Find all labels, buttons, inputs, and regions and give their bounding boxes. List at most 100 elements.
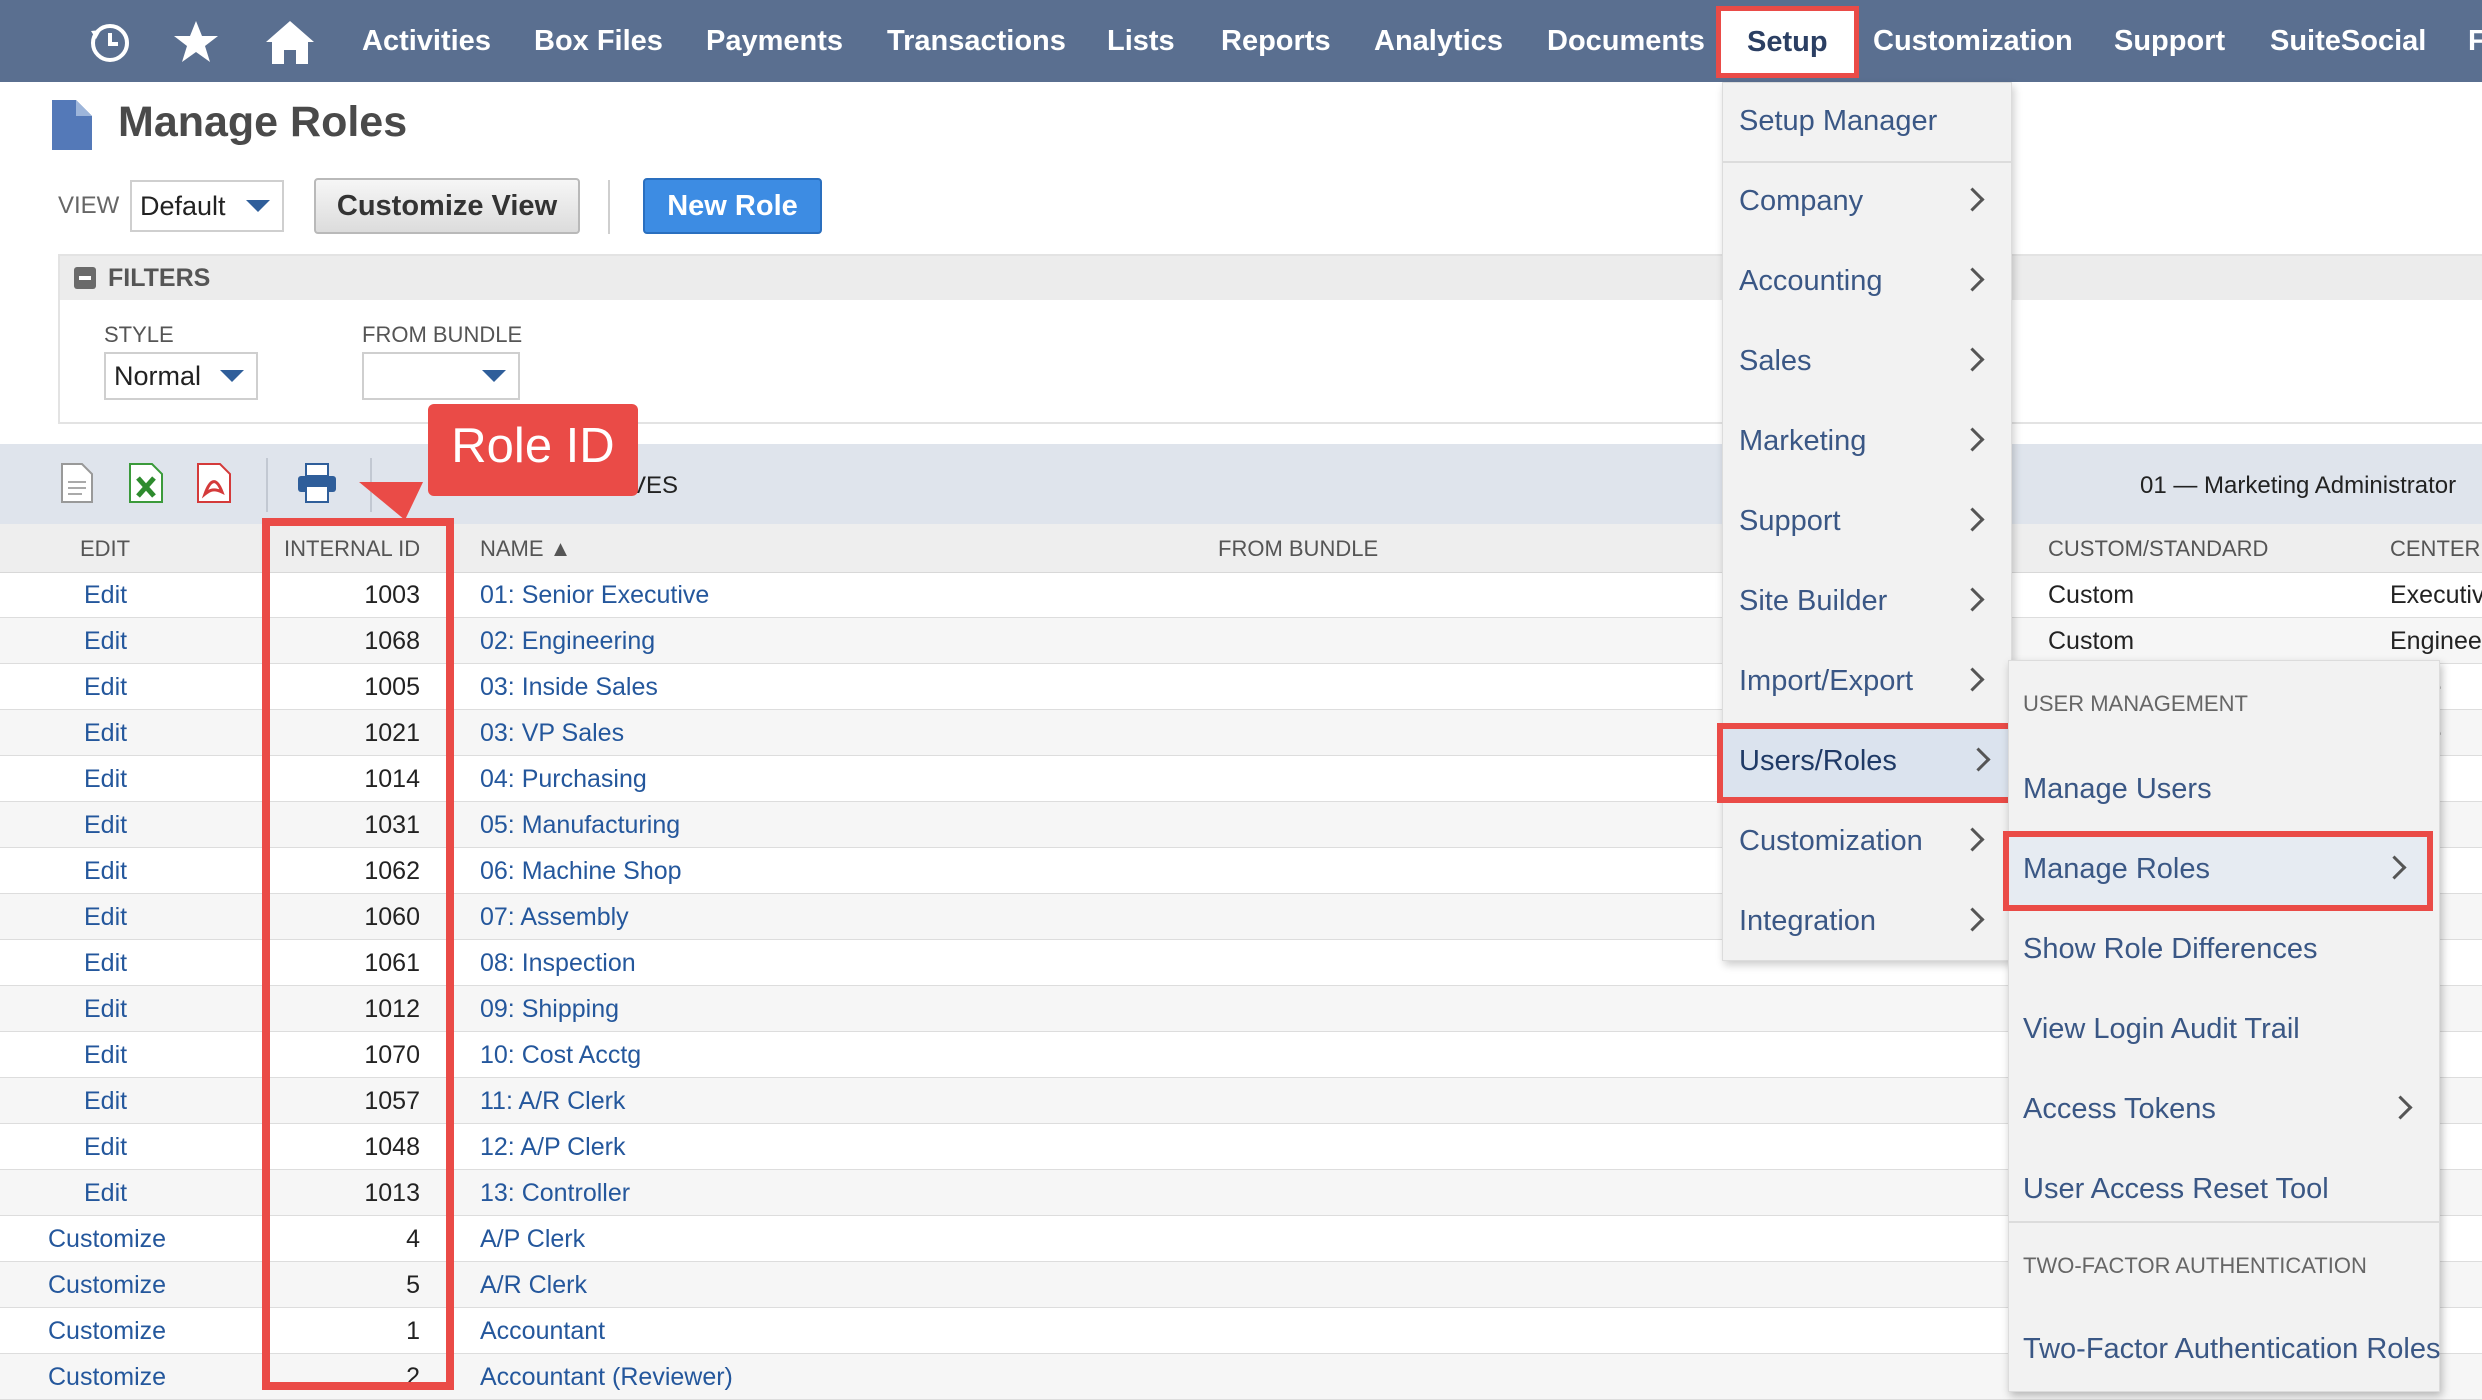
- row-edit-link[interactable]: Customize: [48, 1271, 166, 1300]
- chevron-down-icon: [482, 370, 506, 382]
- collapse-icon[interactable]: [74, 267, 96, 289]
- row-edit-link[interactable]: Edit: [84, 811, 127, 840]
- row-role-name[interactable]: Accountant (Reviewer): [480, 1363, 733, 1392]
- setup-menu-item-marketing[interactable]: Marketing: [1723, 403, 2011, 483]
- home-icon[interactable]: [262, 14, 318, 70]
- filters-header[interactable]: FILTERS: [60, 256, 2482, 300]
- export-excel-icon[interactable]: [128, 462, 164, 509]
- setup-menu-item-users-roles[interactable]: Users/Roles: [1717, 723, 2017, 803]
- row-edit-link[interactable]: Edit: [84, 857, 127, 886]
- nav-box-files[interactable]: Box Files: [534, 0, 663, 82]
- users-roles-item-manage-users[interactable]: Manage Users: [2009, 751, 2439, 831]
- chevron-down-icon: [220, 370, 244, 382]
- recent-history-icon[interactable]: [82, 14, 138, 70]
- role-id-callout: Role ID: [428, 404, 638, 496]
- divider: [608, 180, 610, 234]
- row-edit-link[interactable]: Edit: [84, 903, 127, 932]
- row-edit-link[interactable]: Edit: [84, 1087, 127, 1116]
- row-edit-link[interactable]: Edit: [84, 765, 127, 794]
- users-roles-item-manage-roles[interactable]: Manage Roles: [2003, 831, 2433, 911]
- chevron-right-icon: [1960, 267, 1985, 292]
- from-bundle-select[interactable]: [362, 352, 520, 400]
- row-role-name[interactable]: 03: VP Sales: [480, 719, 624, 748]
- row-edit-link[interactable]: Edit: [84, 995, 127, 1024]
- users-roles-item-label: Manage Users: [2023, 773, 2212, 805]
- export-document-icon[interactable]: [60, 462, 94, 509]
- row-role-name[interactable]: 01: Senior Executive: [480, 581, 709, 610]
- export-pdf-icon[interactable]: [196, 462, 232, 509]
- chevron-right-icon: [1960, 827, 1985, 852]
- nav-setup[interactable]: Setup: [1716, 6, 1859, 78]
- setup-menu-item-customization[interactable]: Customization: [1723, 803, 2011, 883]
- chevron-right-icon: [1960, 427, 1985, 452]
- row-role-name[interactable]: 08: Inspection: [480, 949, 636, 978]
- setup-menu-item-company[interactable]: Company: [1723, 163, 2011, 243]
- users-roles-item-view-login-audit-trail[interactable]: View Login Audit Trail: [2009, 991, 2439, 1071]
- nav-support[interactable]: Support: [2114, 0, 2225, 82]
- nav-documents[interactable]: Documents: [1547, 0, 1705, 82]
- setup-menu-item-site-builder[interactable]: Site Builder: [1723, 563, 2011, 643]
- row-custom-standard: Custom: [2048, 627, 2135, 655]
- nav-activities[interactable]: Activities: [362, 0, 491, 82]
- setup-menu-item-integration[interactable]: Integration: [1723, 883, 2011, 963]
- customize-view-button[interactable]: Customize View: [314, 178, 580, 234]
- setup-menu-item-label: Company: [1739, 185, 1864, 217]
- row-role-name[interactable]: Accountant: [480, 1317, 605, 1346]
- row-role-name[interactable]: A/P Clerk: [480, 1225, 585, 1254]
- row-role-name[interactable]: 07: Assembly: [480, 903, 629, 932]
- row-role-name[interactable]: 03: Inside Sales: [480, 673, 658, 702]
- from-bundle-label: FROM BUNDLE: [362, 322, 523, 347]
- row-edit-link[interactable]: Edit: [84, 949, 127, 978]
- row-role-name[interactable]: 09: Shipping: [480, 995, 619, 1024]
- row-role-name[interactable]: 12: A/P Clerk: [480, 1133, 625, 1162]
- row-edit-link[interactable]: Customize: [48, 1363, 166, 1392]
- style-select[interactable]: Normal: [104, 352, 258, 400]
- print-icon[interactable]: [296, 462, 338, 509]
- row-role-name[interactable]: A/R Clerk: [480, 1271, 587, 1300]
- users-roles-item-access-tokens[interactable]: Access Tokens: [2009, 1071, 2439, 1151]
- row-center: Executiv: [2390, 581, 2482, 609]
- column-header-name[interactable]: NAME ▲: [480, 536, 571, 562]
- users-roles-item-user-access-reset-tool[interactable]: User Access Reset Tool: [2009, 1151, 2439, 1231]
- style-select-value: Normal: [114, 360, 202, 391]
- row-edit-link[interactable]: Edit: [84, 627, 127, 656]
- row-edit-link[interactable]: Customize: [48, 1317, 166, 1346]
- setup-menu-item-label: Accounting: [1739, 265, 1883, 297]
- row-role-name[interactable]: 02: Engineering: [480, 627, 655, 656]
- column-header-from-bundle[interactable]: FROM BUNDLE: [1218, 536, 1378, 562]
- new-role-button[interactable]: New Role: [643, 178, 822, 234]
- setup-menu-item-setup-manager[interactable]: Setup Manager: [1723, 83, 2011, 163]
- nav-transactions[interactable]: Transactions: [887, 0, 1066, 82]
- row-edit-link[interactable]: Edit: [84, 1133, 127, 1162]
- column-header-custom-standard[interactable]: CUSTOM/STANDARD: [2048, 536, 2268, 562]
- nav-truncated-item[interactable]: F: [2468, 0, 2482, 82]
- row-role-name[interactable]: 10: Cost Acctg: [480, 1041, 641, 1070]
- column-header-center[interactable]: CENTER: [2390, 536, 2480, 562]
- users-roles-item-two-factor-authentication-roles[interactable]: Two-Factor Authentication Roles: [2009, 1311, 2440, 1391]
- view-role-selector[interactable]: 01 — Marketing Administrator: [2140, 472, 2456, 500]
- setup-menu-item-accounting[interactable]: Accounting: [1723, 243, 2011, 323]
- row-edit-link[interactable]: Edit: [84, 1041, 127, 1070]
- nav-analytics[interactable]: Analytics: [1374, 0, 1503, 82]
- row-edit-link[interactable]: Edit: [84, 1179, 127, 1208]
- row-edit-link[interactable]: Edit: [84, 673, 127, 702]
- row-role-name[interactable]: 06: Machine Shop: [480, 857, 682, 886]
- setup-menu-item-support[interactable]: Support: [1723, 483, 2011, 563]
- row-edit-link[interactable]: Edit: [84, 581, 127, 610]
- star-icon[interactable]: [168, 14, 224, 70]
- nav-lists[interactable]: Lists: [1107, 0, 1175, 82]
- row-role-name[interactable]: 05: Manufacturing: [480, 811, 680, 840]
- setup-menu-item-sales[interactable]: Sales: [1723, 323, 2011, 403]
- view-select[interactable]: Default: [130, 180, 284, 232]
- nav-payments[interactable]: Payments: [706, 0, 843, 82]
- users-roles-item-show-role-differences[interactable]: Show Role Differences: [2009, 911, 2439, 991]
- row-role-name[interactable]: 04: Purchasing: [480, 765, 647, 794]
- row-edit-link[interactable]: Customize: [48, 1225, 166, 1254]
- row-role-name[interactable]: 11: A/R Clerk: [480, 1087, 625, 1116]
- row-role-name[interactable]: 13: Controller: [480, 1179, 630, 1208]
- nav-reports[interactable]: Reports: [1221, 0, 1331, 82]
- row-edit-link[interactable]: Edit: [84, 719, 127, 748]
- setup-menu-item-import-export[interactable]: Import/Export: [1723, 643, 2011, 723]
- nav-customization[interactable]: Customization: [1873, 0, 2073, 82]
- nav-suitesocial[interactable]: SuiteSocial: [2270, 0, 2426, 82]
